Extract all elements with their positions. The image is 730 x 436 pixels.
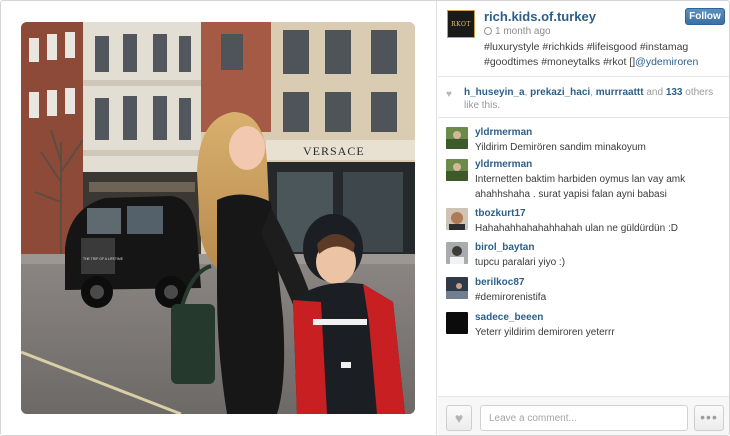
post-username[interactable]: rich.kids.of.turkey [484,9,596,24]
heart-icon: ♥ [446,89,452,100]
likes-count[interactable]: 133 [666,87,683,98]
photo-pane: VERSACE THE TRIP OF A LIFETIME [1,1,437,435]
post-header: RKOT rich.kids.of.turkey 1 month ago #lu… [438,1,729,77]
storefront-sign: VERSACE [303,144,365,158]
commenter-avatar[interactable] [446,277,468,299]
comment-username[interactable]: berilkoc87 [475,277,524,288]
commenter-photo [446,159,468,181]
commenter-photo [446,242,468,264]
like-button[interactable]: ♥ [446,405,472,431]
post-caption: #luxurystyle #richkids #lifeisgood #inst… [484,40,724,70]
commenter-avatar[interactable] [446,127,468,149]
commenter-avatar[interactable] [446,242,468,264]
commenter-photo [446,277,468,299]
liker-link[interactable]: murrraattt [596,87,644,98]
comment-text: Yildirim Demirören sandim minakoyum [475,142,646,153]
comment-username[interactable]: birol_baytan [475,242,534,253]
caption-mention[interactable]: @ydemiroren [635,56,698,68]
comment-username[interactable]: yldrmerman [475,159,532,170]
commenter-avatar[interactable] [446,208,468,230]
commenter-photo [446,127,468,149]
likes-and-text: and [643,87,666,98]
post-time-text: 1 month ago [495,26,551,37]
comments-list[interactable]: yldrmerman Yildirim Demirören sandim min… [438,119,729,394]
commenter-avatar[interactable] [446,159,468,181]
clock-icon [484,27,492,35]
comment-username[interactable]: tbozkurt17 [475,208,526,219]
post-viewer: VERSACE THE TRIP OF A LIFETIME RKOT rich… [0,0,730,436]
photo-illustration: VERSACE THE TRIP OF A LIFETIME [21,22,415,414]
comment-text: Internetten baktim harbiden oymus lan va… [475,174,686,200]
heart-icon: ♥ [454,410,464,426]
post-timestamp[interactable]: 1 month ago [484,26,551,37]
comment-username[interactable]: sadece_beeen [475,312,543,323]
follow-button[interactable]: Follow [685,8,725,25]
comment-text: tupcu paralari yiyo :) [475,257,566,268]
comment-text: Yeterr yildirim demiroren yeterrr [475,327,615,338]
liker-link[interactable]: prekazi_haci [530,87,590,98]
comment-bar: ♥ ••• [438,396,729,435]
more-options-button[interactable]: ••• [694,405,724,431]
liker-link[interactable]: h_huseyin_a [464,87,525,98]
taxi-ad-text: THE TRIP OF A LIFETIME [83,257,124,261]
likes-summary: ♥ h_huseyin_a, prekazi_haci, murrraattt … [438,78,729,118]
comment-input[interactable] [480,405,688,431]
commenter-avatar[interactable] [446,312,468,334]
post-photo[interactable]: VERSACE THE TRIP OF A LIFETIME [21,22,415,414]
commenter-photo [446,208,468,230]
comment-text: Hahahahhahahahhahah ulan ne güldürdün :D [475,223,678,234]
profile-avatar[interactable]: RKOT [447,10,475,38]
commenter-photo [446,312,468,334]
post-sidebar: RKOT rich.kids.of.turkey 1 month ago #lu… [438,1,729,435]
more-dots-icon: ••• [700,409,718,425]
comment-username[interactable]: yldrmerman [475,127,532,138]
comment-text: #demirorenistifa [475,292,547,303]
avatar-logo-text: RKOT [451,20,471,28]
